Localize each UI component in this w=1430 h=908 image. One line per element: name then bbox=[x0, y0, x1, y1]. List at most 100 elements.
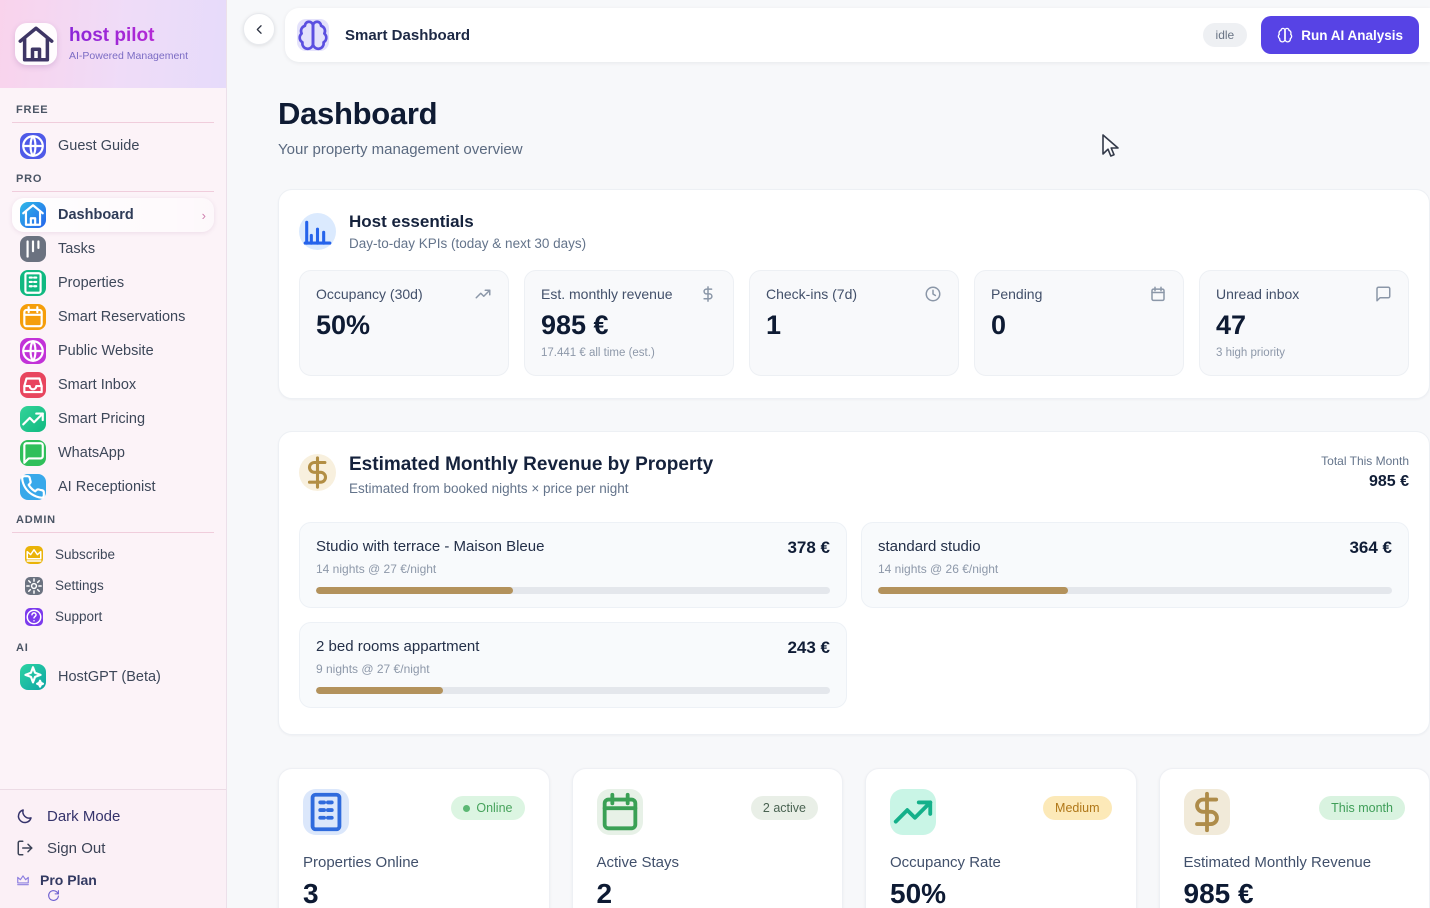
badge-label: This month bbox=[1331, 801, 1393, 815]
section-label-free: FREE bbox=[14, 102, 212, 122]
kpi-occupancy: Occupancy (30d) 50% bbox=[299, 270, 509, 376]
sidebar-item-dashboard[interactable]: Dashboard › bbox=[12, 198, 214, 232]
help-icon bbox=[25, 608, 43, 626]
sidebar-item-label: HostGPT (Beta) bbox=[58, 669, 161, 685]
sidebar-item-label: Smart Inbox bbox=[58, 377, 136, 393]
stat-label: Active Stays bbox=[597, 854, 819, 871]
revenue-total-label: Total This Month bbox=[1321, 454, 1409, 468]
kpi-value: 47 bbox=[1216, 310, 1392, 341]
plan-badge[interactable]: Pro Plan bbox=[16, 864, 210, 888]
sidebar-item-whatsapp[interactable]: WhatsApp bbox=[12, 436, 214, 470]
sign-out-label: Sign Out bbox=[47, 840, 105, 857]
sidebar: host pilot AI-Powered Management FREE Gu… bbox=[0, 0, 227, 908]
phone-icon bbox=[20, 474, 46, 500]
property-detail: 14 nights @ 26 €/night bbox=[878, 562, 1392, 576]
gear-icon bbox=[25, 577, 43, 595]
sidebar-item-label: Support bbox=[55, 609, 102, 624]
kpi-unread-inbox: Unread inbox 47 3 high priority bbox=[1199, 270, 1409, 376]
host-essentials-card: Host essentials Day-to-day KPIs (today &… bbox=[278, 189, 1430, 399]
app-subtitle: AI-Powered Management bbox=[69, 50, 188, 62]
section-label-pro: PRO bbox=[14, 171, 212, 191]
sidebar-item-subscribe[interactable]: Subscribe bbox=[12, 539, 214, 570]
stat-value: 2 bbox=[597, 878, 819, 908]
app-logo bbox=[15, 23, 57, 65]
status-badge: 2 active bbox=[751, 796, 818, 820]
sidebar-item-support[interactable]: Support bbox=[12, 601, 214, 632]
collapse-sidebar-button[interactable] bbox=[243, 13, 275, 45]
sign-out-button[interactable]: Sign Out bbox=[16, 832, 210, 864]
trending-up-icon bbox=[890, 789, 936, 835]
property-revenue: 378 € bbox=[787, 538, 830, 558]
kpi-label: Check-ins (7d) bbox=[766, 286, 857, 302]
sidebar-item-properties[interactable]: Properties bbox=[12, 266, 214, 300]
page-subtitle: Your property management overview bbox=[278, 141, 1430, 158]
sidebar-item-tasks[interactable]: Tasks bbox=[12, 232, 214, 266]
revenue-total: Total This Month 985 € bbox=[1321, 454, 1409, 491]
stat-value: 985 € bbox=[1184, 878, 1406, 908]
property-revenue: 364 € bbox=[1349, 538, 1392, 558]
revenue-title: Estimated Monthly Revenue by Property bbox=[349, 454, 713, 476]
sidebar-item-settings[interactable]: Settings bbox=[12, 570, 214, 601]
dark-mode-toggle[interactable]: Dark Mode bbox=[16, 800, 210, 832]
property-name: Studio with terrace - Maison Bleue bbox=[316, 538, 544, 555]
property-detail: 9 nights @ 27 €/night bbox=[316, 662, 830, 676]
kpi-subtext: 3 high priority bbox=[1216, 347, 1392, 360]
section-divider bbox=[12, 532, 214, 533]
host-essentials-subtitle: Day-to-day KPIs (today & next 30 days) bbox=[349, 236, 586, 251]
sidebar-item-smart-pricing[interactable]: Smart Pricing bbox=[12, 402, 214, 436]
section-label-ai: AI bbox=[14, 640, 212, 660]
progress-track bbox=[316, 687, 830, 694]
crown-icon bbox=[16, 873, 30, 887]
sidebar-item-public-website[interactable]: Public Website bbox=[12, 334, 214, 368]
property-row: 2 bed rooms appartment 243 € 9 nights @ … bbox=[299, 622, 847, 708]
sidebar-item-smart-inbox[interactable]: Smart Inbox bbox=[12, 368, 214, 402]
calendar-icon bbox=[597, 789, 643, 835]
badge-label: 2 active bbox=[763, 801, 806, 815]
progress-fill bbox=[878, 587, 1068, 594]
property-row: standard studio 364 € 14 nights @ 26 €/n… bbox=[861, 522, 1409, 608]
globe-icon bbox=[20, 133, 46, 159]
sparkles-icon bbox=[20, 664, 46, 690]
stat-value: 50% bbox=[890, 878, 1112, 908]
property-row: Studio with terrace - Maison Bleue 378 €… bbox=[299, 522, 847, 608]
message-icon bbox=[1374, 285, 1392, 303]
dollar-icon bbox=[699, 285, 717, 303]
property-revenue: 243 € bbox=[787, 638, 830, 658]
sidebar-item-smart-reservations[interactable]: Smart Reservations bbox=[12, 300, 214, 334]
refresh-plan-icon[interactable] bbox=[47, 889, 60, 902]
trending-up-icon bbox=[20, 406, 46, 432]
host-essentials-title: Host essentials bbox=[349, 212, 586, 232]
progress-track bbox=[878, 587, 1392, 594]
run-ai-analysis-button[interactable]: Run AI Analysis bbox=[1261, 16, 1419, 54]
sidebar-item-label: Subscribe bbox=[55, 547, 115, 562]
kpi-pending: Pending 0 bbox=[974, 270, 1184, 376]
plan-label: Pro Plan bbox=[40, 872, 97, 888]
sidebar-item-ai-receptionist[interactable]: AI Receptionist bbox=[12, 470, 214, 504]
kpi-label: Unread inbox bbox=[1216, 286, 1299, 302]
building-icon bbox=[303, 789, 349, 835]
stat-label: Occupancy Rate bbox=[890, 854, 1112, 871]
status-badge: Online bbox=[451, 796, 524, 820]
status-badge: idle bbox=[1203, 23, 1248, 47]
sidebar-header: host pilot AI-Powered Management bbox=[0, 0, 226, 88]
chat-icon bbox=[20, 440, 46, 466]
topbar-title: Smart Dashboard bbox=[345, 27, 470, 44]
main-area: Smart Dashboard idle Run AI Analysis Das… bbox=[227, 0, 1430, 908]
sidebar-item-label: AI Receptionist bbox=[58, 479, 156, 495]
kpi-subtext bbox=[991, 347, 1167, 360]
dark-mode-label: Dark Mode bbox=[47, 808, 120, 825]
sidebar-item-label: Properties bbox=[58, 275, 124, 291]
sidebar-footer: Dark Mode Sign Out Pro Plan bbox=[0, 789, 226, 908]
brain-icon bbox=[297, 19, 329, 51]
sidebar-item-label: Tasks bbox=[58, 241, 95, 257]
page-content: Dashboard Your property management overv… bbox=[227, 62, 1430, 908]
sidebar-item-hostgpt[interactable]: HostGPT (Beta) bbox=[12, 660, 214, 694]
home-logo-icon bbox=[15, 23, 57, 65]
sidebar-item-guest-guide[interactable]: Guest Guide bbox=[12, 129, 214, 163]
sidebar-item-label: Smart Pricing bbox=[58, 411, 145, 427]
clock-icon bbox=[924, 285, 942, 303]
stat-card-occupancy-rate: Medium Occupancy Rate 50% Next 30 days bbox=[865, 768, 1137, 908]
property-name: standard studio bbox=[878, 538, 981, 555]
calendar-icon bbox=[1149, 285, 1167, 303]
kpi-value: 0 bbox=[991, 310, 1167, 341]
